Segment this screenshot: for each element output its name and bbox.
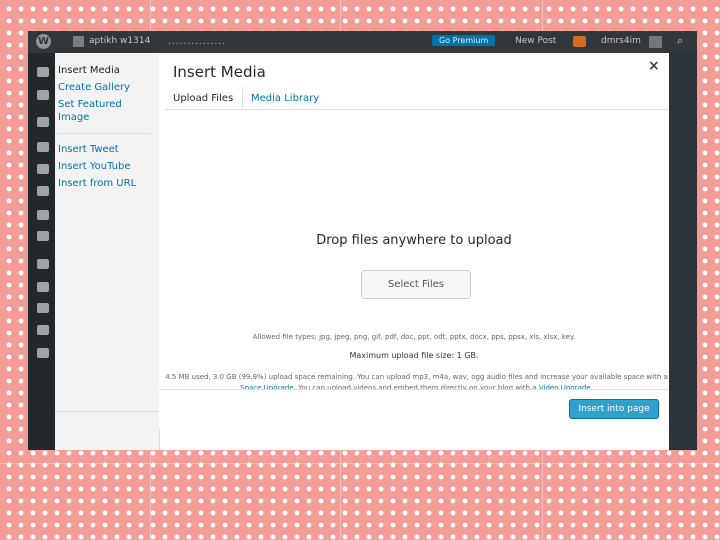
notifications-icon[interactable]	[573, 36, 586, 47]
select-files-button[interactable]: Select Files	[361, 270, 471, 299]
appearance-icon[interactable]	[37, 259, 49, 269]
tab-upload-files[interactable]: Upload Files	[173, 93, 233, 104]
allowed-file-types: Allowed file types: jpg, jpeg, png, gif,…	[252, 333, 576, 341]
drop-zone-text: Drop files anywhere to upload	[316, 233, 512, 248]
go-premium-button[interactable]: Go Premium	[432, 35, 496, 46]
posts-pin-icon[interactable]	[37, 117, 49, 127]
pages-icon[interactable]	[37, 186, 49, 196]
search-icon[interactable]: ⌕	[677, 34, 683, 48]
site-name-link[interactable]: aptikh w1314	[89, 36, 150, 46]
dashboard-icon[interactable]	[37, 67, 49, 77]
space-text-1: 4.5 MB used, 3.0 GB (99.9%) upload space…	[165, 373, 668, 381]
modal-toolbar: Insert into page	[159, 389, 669, 429]
tab-divider	[242, 87, 243, 109]
modal-title: Insert Media	[173, 63, 266, 81]
tools-icon[interactable]	[37, 303, 49, 313]
menu-separator	[58, 133, 150, 134]
tab-media-library[interactable]: Media Library	[251, 93, 319, 104]
avatar[interactable]	[649, 36, 662, 48]
menu-insert-media[interactable]: Insert Media	[58, 64, 120, 77]
links-icon[interactable]	[37, 164, 49, 174]
users-icon[interactable]	[37, 282, 49, 292]
new-post-link[interactable]: New Post	[515, 36, 556, 46]
collapse-menu-icon[interactable]	[37, 348, 49, 358]
insert-into-page-button[interactable]: Insert into page	[569, 399, 659, 419]
modal-menu-footer	[55, 411, 160, 450]
settings-icon[interactable]	[37, 325, 49, 335]
menu-insert-from-url[interactable]: Insert from URL	[58, 177, 136, 190]
menu-create-gallery[interactable]: Create Gallery	[58, 81, 130, 94]
admin-sidebar	[28, 53, 56, 450]
feedback-icon[interactable]	[37, 231, 49, 241]
background-page-strip	[669, 53, 697, 450]
wordpress-logo-icon[interactable]: W	[36, 34, 51, 49]
admin-bar-dots: ...............	[168, 37, 226, 47]
comments-icon[interactable]	[37, 210, 49, 220]
menu-set-featured-image[interactable]: Set Featured Image	[58, 98, 138, 124]
user-menu-link[interactable]: dmrs4im	[601, 36, 641, 46]
max-upload-size: Maximum upload file size: 1 GB.	[349, 351, 479, 360]
modal-tabs: Upload Files Media Library	[165, 85, 669, 110]
background-guide-horizontal	[0, 463, 720, 464]
media-icon[interactable]	[37, 142, 49, 152]
browser-screenshot: W aptikh w1314 ............... Go Premiu…	[28, 31, 697, 450]
menu-insert-tweet[interactable]: Insert Tweet	[58, 143, 119, 156]
store-icon[interactable]	[37, 90, 49, 100]
admin-bar: W aptikh w1314 ............... Go Premiu…	[28, 31, 697, 53]
site-icon	[73, 36, 84, 47]
menu-insert-youtube[interactable]: Insert YouTube	[58, 160, 131, 173]
media-modal-menu: Insert Media Create Gallery Set Featured…	[55, 53, 160, 450]
close-icon[interactable]: ×	[648, 58, 660, 74]
